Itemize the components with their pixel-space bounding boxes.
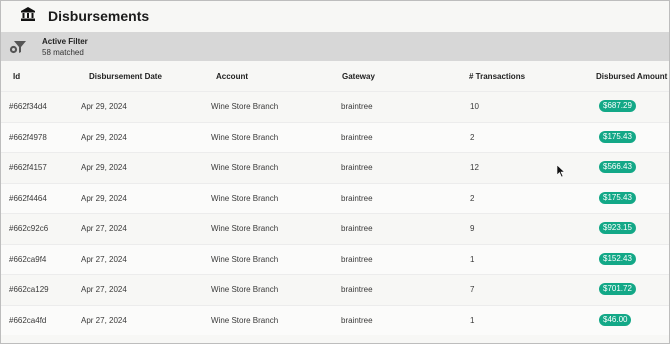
table-row[interactable]: #662f34d4 Apr 29, 2024 Wine Store Branch br…: [1, 91, 669, 122]
cell-transactions: 1: [470, 254, 475, 264]
cell-account: Wine Store Branch: [211, 102, 279, 111]
cell-transactions: 10: [470, 102, 479, 111]
cell-transactions: 7: [470, 285, 475, 294]
disbursements-table: Id Disbursement Date Account Gateway # T…: [1, 61, 669, 335]
cell-id: #662f4464: [9, 193, 47, 203]
column-header-account[interactable]: Account: [216, 72, 248, 81]
cell-gateway: braintree: [341, 254, 373, 264]
cell-transactions: 1: [470, 315, 475, 325]
page-title: Disbursements: [48, 8, 150, 24]
cell-disbursement-date: Apr 27, 2024: [81, 254, 127, 264]
column-header-disbursement-date[interactable]: Disbursement Date: [89, 72, 162, 81]
cell-gateway: braintree: [341, 285, 373, 294]
table-row[interactable]: #662c92c6 Apr 27, 2024 Wine Store Branch br…: [1, 213, 669, 244]
cell-disbursement-date: Apr 27, 2024: [81, 315, 127, 325]
cell-disbursement-date: Apr 27, 2024: [81, 224, 127, 233]
cell-disbursement-date: Apr 27, 2024: [81, 285, 127, 294]
table-body: #662f34d4 Apr 29, 2024 Wine Store Branch br…: [1, 91, 669, 335]
cell-id: #662ca9f4: [9, 254, 47, 264]
disbursements-window: Disbursements Active Filter 58 matched I…: [0, 0, 670, 344]
table-header: Id Disbursement Date Account Gateway # T…: [1, 61, 669, 91]
cell-transactions: 2: [470, 132, 475, 142]
cell-id: #662ca129: [9, 285, 49, 294]
cell-id: #662f4978: [9, 132, 47, 142]
cell-gateway: braintree: [341, 163, 373, 172]
cell-account: Wine Store Branch: [211, 132, 279, 142]
bank-icon: [21, 7, 35, 21]
filter-icon[interactable]: [9, 40, 27, 54]
cell-gateway: braintree: [341, 102, 373, 111]
table-row[interactable]: #662ca9f4 Apr 27, 2024 Wine Store Branch br…: [1, 243, 669, 274]
cell-account: Wine Store Branch: [211, 315, 279, 325]
cell-disbursement-date: Apr 29, 2024: [81, 132, 127, 142]
disbursed-amount-badge: $701.72: [599, 283, 636, 295]
cell-gateway: braintree: [341, 193, 373, 203]
cell-disbursement-date: Apr 29, 2024: [81, 193, 127, 203]
app-header: Disbursements: [1, 1, 669, 32]
column-header-id[interactable]: Id: [13, 72, 20, 81]
cell-gateway: braintree: [341, 224, 373, 233]
cell-account: Wine Store Branch: [211, 193, 279, 203]
filter-match-count: 58 matched: [42, 48, 84, 57]
column-header-gateway[interactable]: Gateway: [342, 72, 375, 81]
table-row[interactable]: #662f4464 Apr 29, 2024 Wine Store Branch br…: [1, 182, 669, 213]
cell-gateway: braintree: [341, 315, 373, 325]
cell-account: Wine Store Branch: [211, 224, 279, 233]
cell-account: Wine Store Branch: [211, 285, 279, 294]
cell-transactions: 12: [470, 163, 479, 172]
cell-transactions: 9: [470, 224, 475, 233]
disbursed-amount-badge: $152.43: [599, 252, 636, 265]
table-row[interactable]: #662ca4fd Apr 27, 2024 Wine Store Branch br…: [1, 304, 669, 335]
table-row[interactable]: #662ca129 Apr 27, 2024 Wine Store Branch br…: [1, 274, 669, 305]
disbursed-amount-badge: $566.43: [599, 161, 636, 173]
column-header-disbursed-amount[interactable]: Disbursed Amount: [596, 72, 667, 81]
mouse-cursor-icon: [557, 165, 565, 177]
table-row[interactable]: #662f4157 Apr 29, 2024 Wine Store Branch br…: [1, 152, 669, 183]
disbursed-amount-badge: $46.00: [599, 313, 632, 326]
cell-id: #662c92c6: [9, 224, 49, 233]
cell-transactions: 2: [470, 193, 475, 203]
cell-id: #662f34d4: [9, 102, 47, 111]
table-row[interactable]: #662f4978 Apr 29, 2024 Wine Store Branch br…: [1, 121, 669, 152]
cell-gateway: braintree: [341, 132, 373, 142]
disbursed-amount-badge: $923.15: [599, 222, 636, 234]
cell-disbursement-date: Apr 29, 2024: [81, 102, 127, 111]
filter-title: Active Filter: [42, 37, 88, 46]
cell-id: #662f4157: [9, 163, 47, 172]
disbursed-amount-badge: $687.29: [599, 100, 636, 112]
disbursed-amount-badge: $175.43: [599, 191, 636, 204]
cell-account: Wine Store Branch: [211, 163, 279, 172]
cell-account: Wine Store Branch: [211, 254, 279, 264]
cell-id: #662ca4fd: [9, 315, 47, 325]
cell-disbursement-date: Apr 29, 2024: [81, 163, 127, 172]
active-filter-bar[interactable]: Active Filter 58 matched: [1, 32, 669, 61]
column-header-transactions[interactable]: # Transactions: [469, 72, 525, 81]
disbursed-amount-badge: $175.43: [599, 130, 636, 143]
